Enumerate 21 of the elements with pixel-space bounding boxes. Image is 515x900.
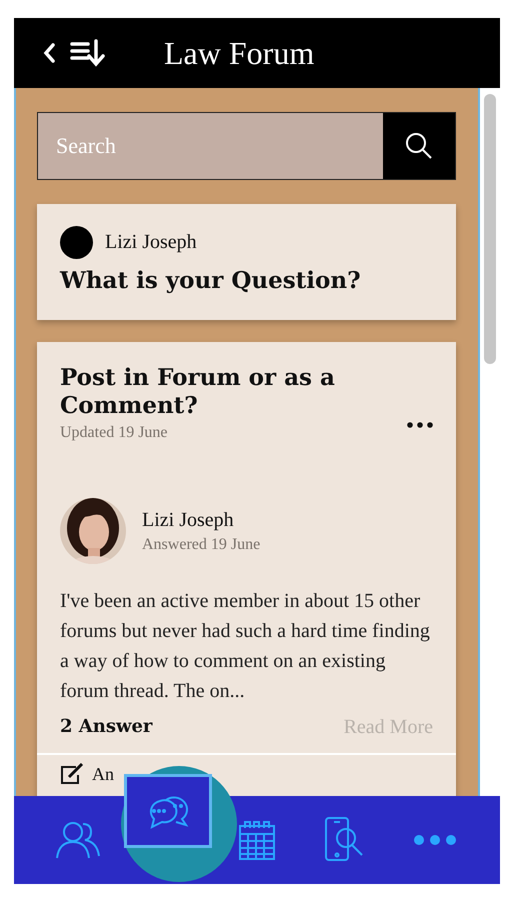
edit-icon xyxy=(60,763,86,785)
user-name: Lizi Joseph xyxy=(105,231,197,254)
nav-tab[interactable] xyxy=(124,774,212,848)
sort-icon[interactable] xyxy=(70,38,106,68)
avatar-icon xyxy=(60,226,93,259)
back-icon[interactable] xyxy=(42,42,56,64)
ask-card[interactable]: Lizi Joseph What is your Question? xyxy=(37,204,456,320)
answer-count: 2 Answer xyxy=(60,716,152,739)
answer-date: Answered 19 June xyxy=(142,536,260,554)
question-prompt: What is your Question? xyxy=(60,267,362,294)
post-title: Post in Forum or as a Comment? xyxy=(60,364,336,420)
answer-action[interactable]: An xyxy=(92,764,114,784)
answer-author: Lizi Joseph xyxy=(142,508,235,532)
calendar-icon xyxy=(237,819,277,861)
scrollbar-thumb[interactable] xyxy=(484,94,496,364)
more-icon xyxy=(413,834,458,846)
more-icon[interactable] xyxy=(407,422,433,428)
updated-date: Updated 19 June xyxy=(60,424,169,442)
people-icon xyxy=(54,820,103,860)
answer-text: I've been an active member in about 15 other forums but never had such a hard time finding a way of how to comment on an existing forum thread. The on... xyxy=(60,589,431,704)
screen-title: Law Forum xyxy=(164,34,314,72)
